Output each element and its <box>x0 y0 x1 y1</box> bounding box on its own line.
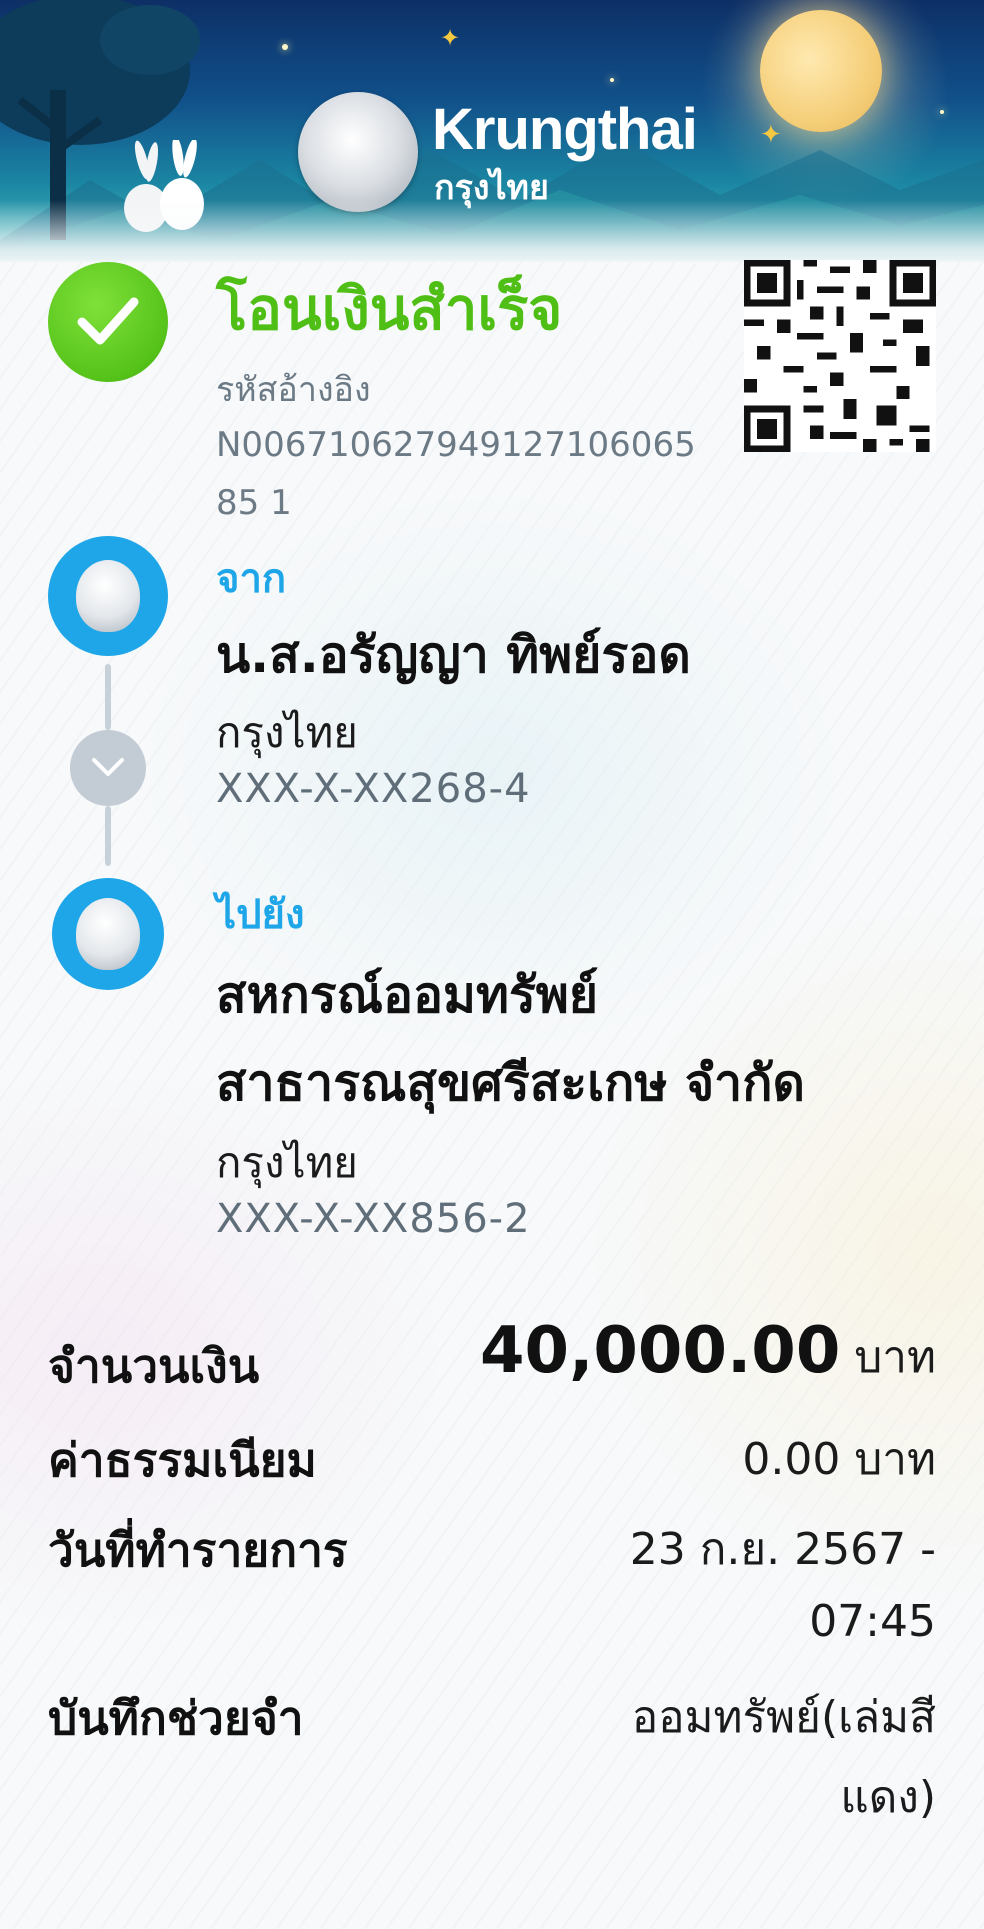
krungthai-logo-icon <box>298 92 418 212</box>
amount-value-row: 40,000.00 บาท <box>480 1314 936 1392</box>
to-name-line1: สหกรณ์ออมทรัพย์ <box>216 966 599 1024</box>
to-bank: กรุงไทย <box>216 1138 358 1187</box>
to-label: ไปยัง <box>216 892 305 938</box>
header-fade <box>0 200 984 262</box>
amount-value: 40,000.00 <box>480 1314 841 1388</box>
from-name: น.ส.อรัญญา ทิพย์รอด <box>216 626 691 684</box>
fee-value: 0.00 บาท <box>742 1434 936 1485</box>
to-account: XXX-X-XX856-2 <box>216 1196 531 1242</box>
bank-name-en: Krungthai <box>432 97 698 162</box>
connector-line <box>105 664 111 730</box>
header-banner: ✦ ✦ ✦ Krungthai กรุงไทย <box>0 0 984 262</box>
amount-unit: บาท <box>854 1332 936 1383</box>
memo-value-line1: ออมทรัพย์(เล่มสี <box>631 1692 936 1743</box>
butterfly-icon: ✦ <box>440 24 461 52</box>
connector-line <box>105 806 111 866</box>
star-icon <box>282 44 288 50</box>
star-icon <box>940 110 944 114</box>
from-label: จาก <box>216 556 287 602</box>
krungthai-logo-icon <box>76 898 140 970</box>
date-value-line2: 07:45 <box>809 1596 936 1647</box>
fee-label: ค่าธรรมเนียม <box>48 1433 317 1487</box>
memo-value-line2: แดง) <box>840 1772 936 1823</box>
memo-label: บันทึกช่วยจำ <box>48 1691 304 1745</box>
reference-label: รหัสอ้างอิง <box>216 370 371 410</box>
chevron-down-icon <box>70 730 146 806</box>
to-bank-icon <box>52 878 164 990</box>
star-icon <box>610 78 614 82</box>
date-label: วันที่ทำรายการ <box>48 1523 348 1577</box>
qr-code-icon[interactable] <box>744 260 936 452</box>
check-icon <box>48 262 168 382</box>
from-account: XXX-X-XX268-4 <box>216 766 531 812</box>
status-title: โอนเงินสำเร็จ <box>216 275 563 343</box>
amount-label: จำนวนเงิน <box>48 1339 260 1393</box>
krungthai-logo-icon <box>76 560 140 632</box>
reference-value: N00671062794912710606585 1 <box>216 425 696 523</box>
from-bank-icon <box>48 536 168 656</box>
from-bank: กรุงไทย <box>216 708 358 757</box>
to-name-line2: สาธารณสุขศรีสะเกษ จำกัด <box>216 1054 805 1112</box>
date-value-line1: 23 ก.ย. 2567 - <box>629 1524 936 1575</box>
moon-icon <box>760 10 882 132</box>
